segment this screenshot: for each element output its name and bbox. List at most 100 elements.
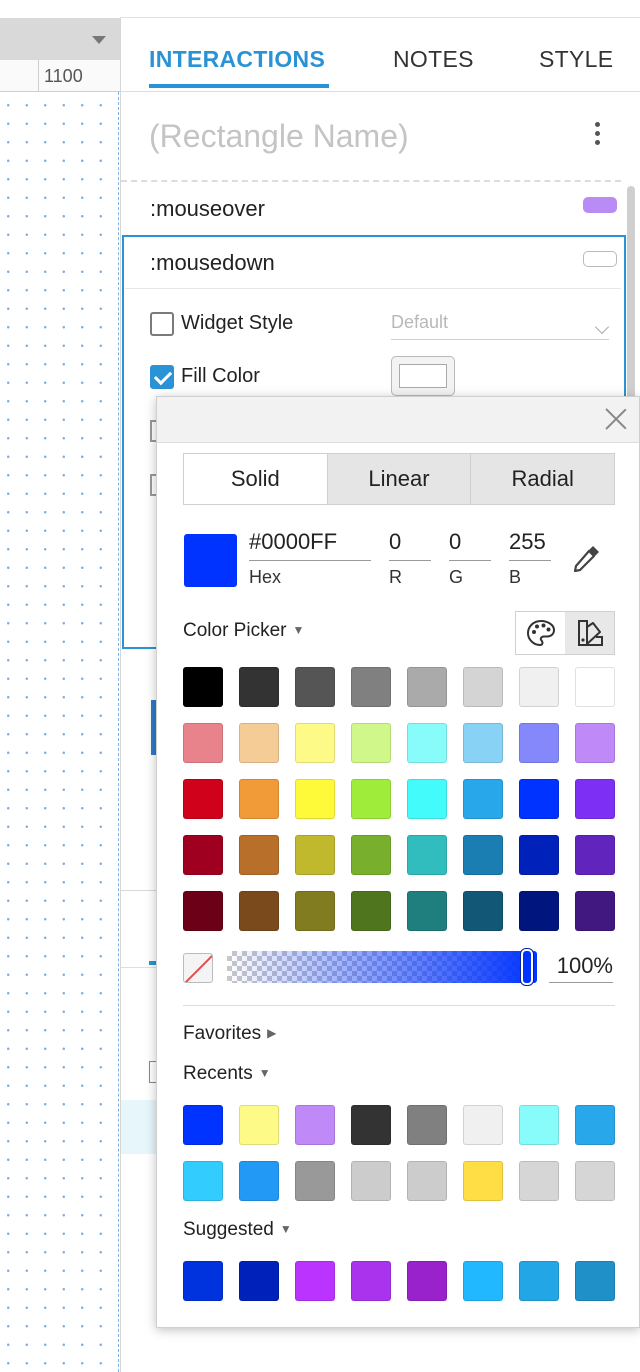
suggested-toggle[interactable]: Suggested ▼ — [183, 1219, 292, 1241]
fill-color-checkbox[interactable] — [150, 365, 174, 389]
widget-style-select[interactable]: Default — [391, 312, 610, 340]
green-field[interactable]: 0 G — [449, 529, 491, 588]
recent-color-swatch[interactable] — [295, 1105, 335, 1145]
palette-color-swatch[interactable] — [295, 667, 335, 707]
close-icon[interactable] — [605, 407, 627, 429]
opacity-input[interactable]: 100% — [549, 953, 613, 983]
favorites-toggle[interactable]: Favorites ▶ — [183, 1023, 276, 1045]
widget-style-checkbox[interactable] — [150, 312, 174, 336]
palette-color-swatch[interactable] — [463, 779, 503, 819]
tab-style[interactable]: STYLE — [539, 46, 613, 73]
blue-field[interactable]: 255 B — [509, 529, 551, 588]
widget-name-input[interactable]: (Rectangle Name) — [149, 118, 409, 155]
recent-color-swatch[interactable] — [351, 1161, 391, 1201]
interaction-state-mousedown[interactable]: :mousedown — [121, 238, 625, 290]
suggested-color-swatch[interactable] — [575, 1261, 615, 1301]
chevron-down-icon[interactable] — [92, 36, 106, 44]
color-picker-toggle[interactable]: Color Picker ▼ — [183, 620, 304, 642]
no-fill-icon[interactable] — [183, 953, 213, 983]
recent-color-swatch[interactable] — [463, 1161, 503, 1201]
recent-color-swatch[interactable] — [407, 1161, 447, 1201]
hex-input[interactable]: #0000FF — [249, 529, 371, 561]
palette-color-swatch[interactable] — [239, 835, 279, 875]
tab-solid[interactable]: Solid — [184, 454, 327, 504]
palette-color-swatch[interactable] — [519, 835, 559, 875]
recents-toggle[interactable]: Recents ▼ — [183, 1063, 271, 1085]
interaction-state-mouseover[interactable]: :mouseover — [121, 184, 625, 236]
tab-linear[interactable]: Linear — [326, 454, 471, 504]
palette-color-swatch[interactable] — [351, 723, 391, 763]
palette-color-swatch[interactable] — [239, 667, 279, 707]
palette-color-swatch[interactable] — [575, 779, 615, 819]
suggested-color-swatch[interactable] — [519, 1261, 559, 1301]
recent-color-swatch[interactable] — [519, 1105, 559, 1145]
palette-color-swatch[interactable] — [183, 891, 223, 931]
canvas-grid[interactable] — [0, 92, 118, 1372]
swatch-mode-button[interactable] — [565, 612, 614, 654]
palette-color-swatch[interactable] — [351, 891, 391, 931]
palette-color-swatch[interactable] — [295, 835, 335, 875]
palette-color-swatch[interactable] — [183, 835, 223, 875]
palette-color-swatch[interactable] — [463, 835, 503, 875]
suggested-color-swatch[interactable] — [351, 1261, 391, 1301]
palette-color-swatch[interactable] — [407, 779, 447, 819]
palette-color-swatch[interactable] — [575, 667, 615, 707]
state-color-swatch[interactable] — [583, 251, 617, 267]
suggested-color-swatch[interactable] — [295, 1261, 335, 1301]
palette-color-swatch[interactable] — [463, 891, 503, 931]
green-input[interactable]: 0 — [449, 529, 491, 561]
recent-color-swatch[interactable] — [575, 1161, 615, 1201]
palette-color-swatch[interactable] — [519, 723, 559, 763]
palette-color-swatch[interactable] — [183, 779, 223, 819]
palette-color-swatch[interactable] — [575, 891, 615, 931]
recent-color-swatch[interactable] — [463, 1105, 503, 1145]
suggested-color-swatch[interactable] — [463, 1261, 503, 1301]
state-color-swatch[interactable] — [583, 197, 617, 213]
design-canvas[interactable]: 1100 — [0, 0, 120, 1372]
palette-color-swatch[interactable] — [463, 667, 503, 707]
recent-color-swatch[interactable] — [519, 1161, 559, 1201]
hex-field[interactable]: #0000FF Hex — [249, 529, 371, 588]
palette-color-swatch[interactable] — [183, 723, 223, 763]
recent-color-swatch[interactable] — [575, 1105, 615, 1145]
palette-color-swatch[interactable] — [519, 891, 559, 931]
palette-color-swatch[interactable] — [575, 835, 615, 875]
palette-color-swatch[interactable] — [295, 891, 335, 931]
palette-color-swatch[interactable] — [407, 667, 447, 707]
palette-color-swatch[interactable] — [351, 779, 391, 819]
palette-color-swatch[interactable] — [239, 723, 279, 763]
fill-color-button[interactable] — [391, 356, 455, 396]
suggested-color-swatch[interactable] — [239, 1261, 279, 1301]
palette-color-swatch[interactable] — [351, 667, 391, 707]
opacity-slider-handle[interactable] — [521, 949, 533, 985]
suggested-color-swatch[interactable] — [183, 1261, 223, 1301]
palette-color-swatch[interactable] — [239, 891, 279, 931]
palette-color-swatch[interactable] — [407, 835, 447, 875]
tab-notes[interactable]: NOTES — [393, 46, 474, 73]
blue-input[interactable]: 255 — [509, 529, 551, 561]
recent-color-swatch[interactable] — [183, 1161, 223, 1201]
tab-interactions[interactable]: INTERACTIONS — [149, 46, 325, 73]
recent-color-swatch[interactable] — [407, 1105, 447, 1145]
palette-color-swatch[interactable] — [295, 779, 335, 819]
palette-color-swatch[interactable] — [183, 667, 223, 707]
recent-color-swatch[interactable] — [239, 1105, 279, 1145]
palette-color-swatch[interactable] — [295, 723, 335, 763]
eyedropper-icon[interactable] — [569, 542, 603, 576]
red-field[interactable]: 0 R — [389, 529, 431, 588]
palette-color-swatch[interactable] — [239, 779, 279, 819]
palette-color-swatch[interactable] — [407, 891, 447, 931]
opacity-slider[interactable] — [227, 951, 537, 983]
more-options-icon[interactable] — [591, 122, 603, 150]
recent-color-swatch[interactable] — [351, 1105, 391, 1145]
recent-color-swatch[interactable] — [239, 1161, 279, 1201]
suggested-color-swatch[interactable] — [407, 1261, 447, 1301]
tab-radial[interactable]: Radial — [470, 454, 615, 504]
recent-color-swatch[interactable] — [295, 1161, 335, 1201]
palette-color-swatch[interactable] — [519, 779, 559, 819]
red-input[interactable]: 0 — [389, 529, 431, 561]
recent-color-swatch[interactable] — [183, 1105, 223, 1145]
palette-color-swatch[interactable] — [575, 723, 615, 763]
palette-color-swatch[interactable] — [407, 723, 447, 763]
palette-mode-button[interactable] — [516, 612, 565, 654]
